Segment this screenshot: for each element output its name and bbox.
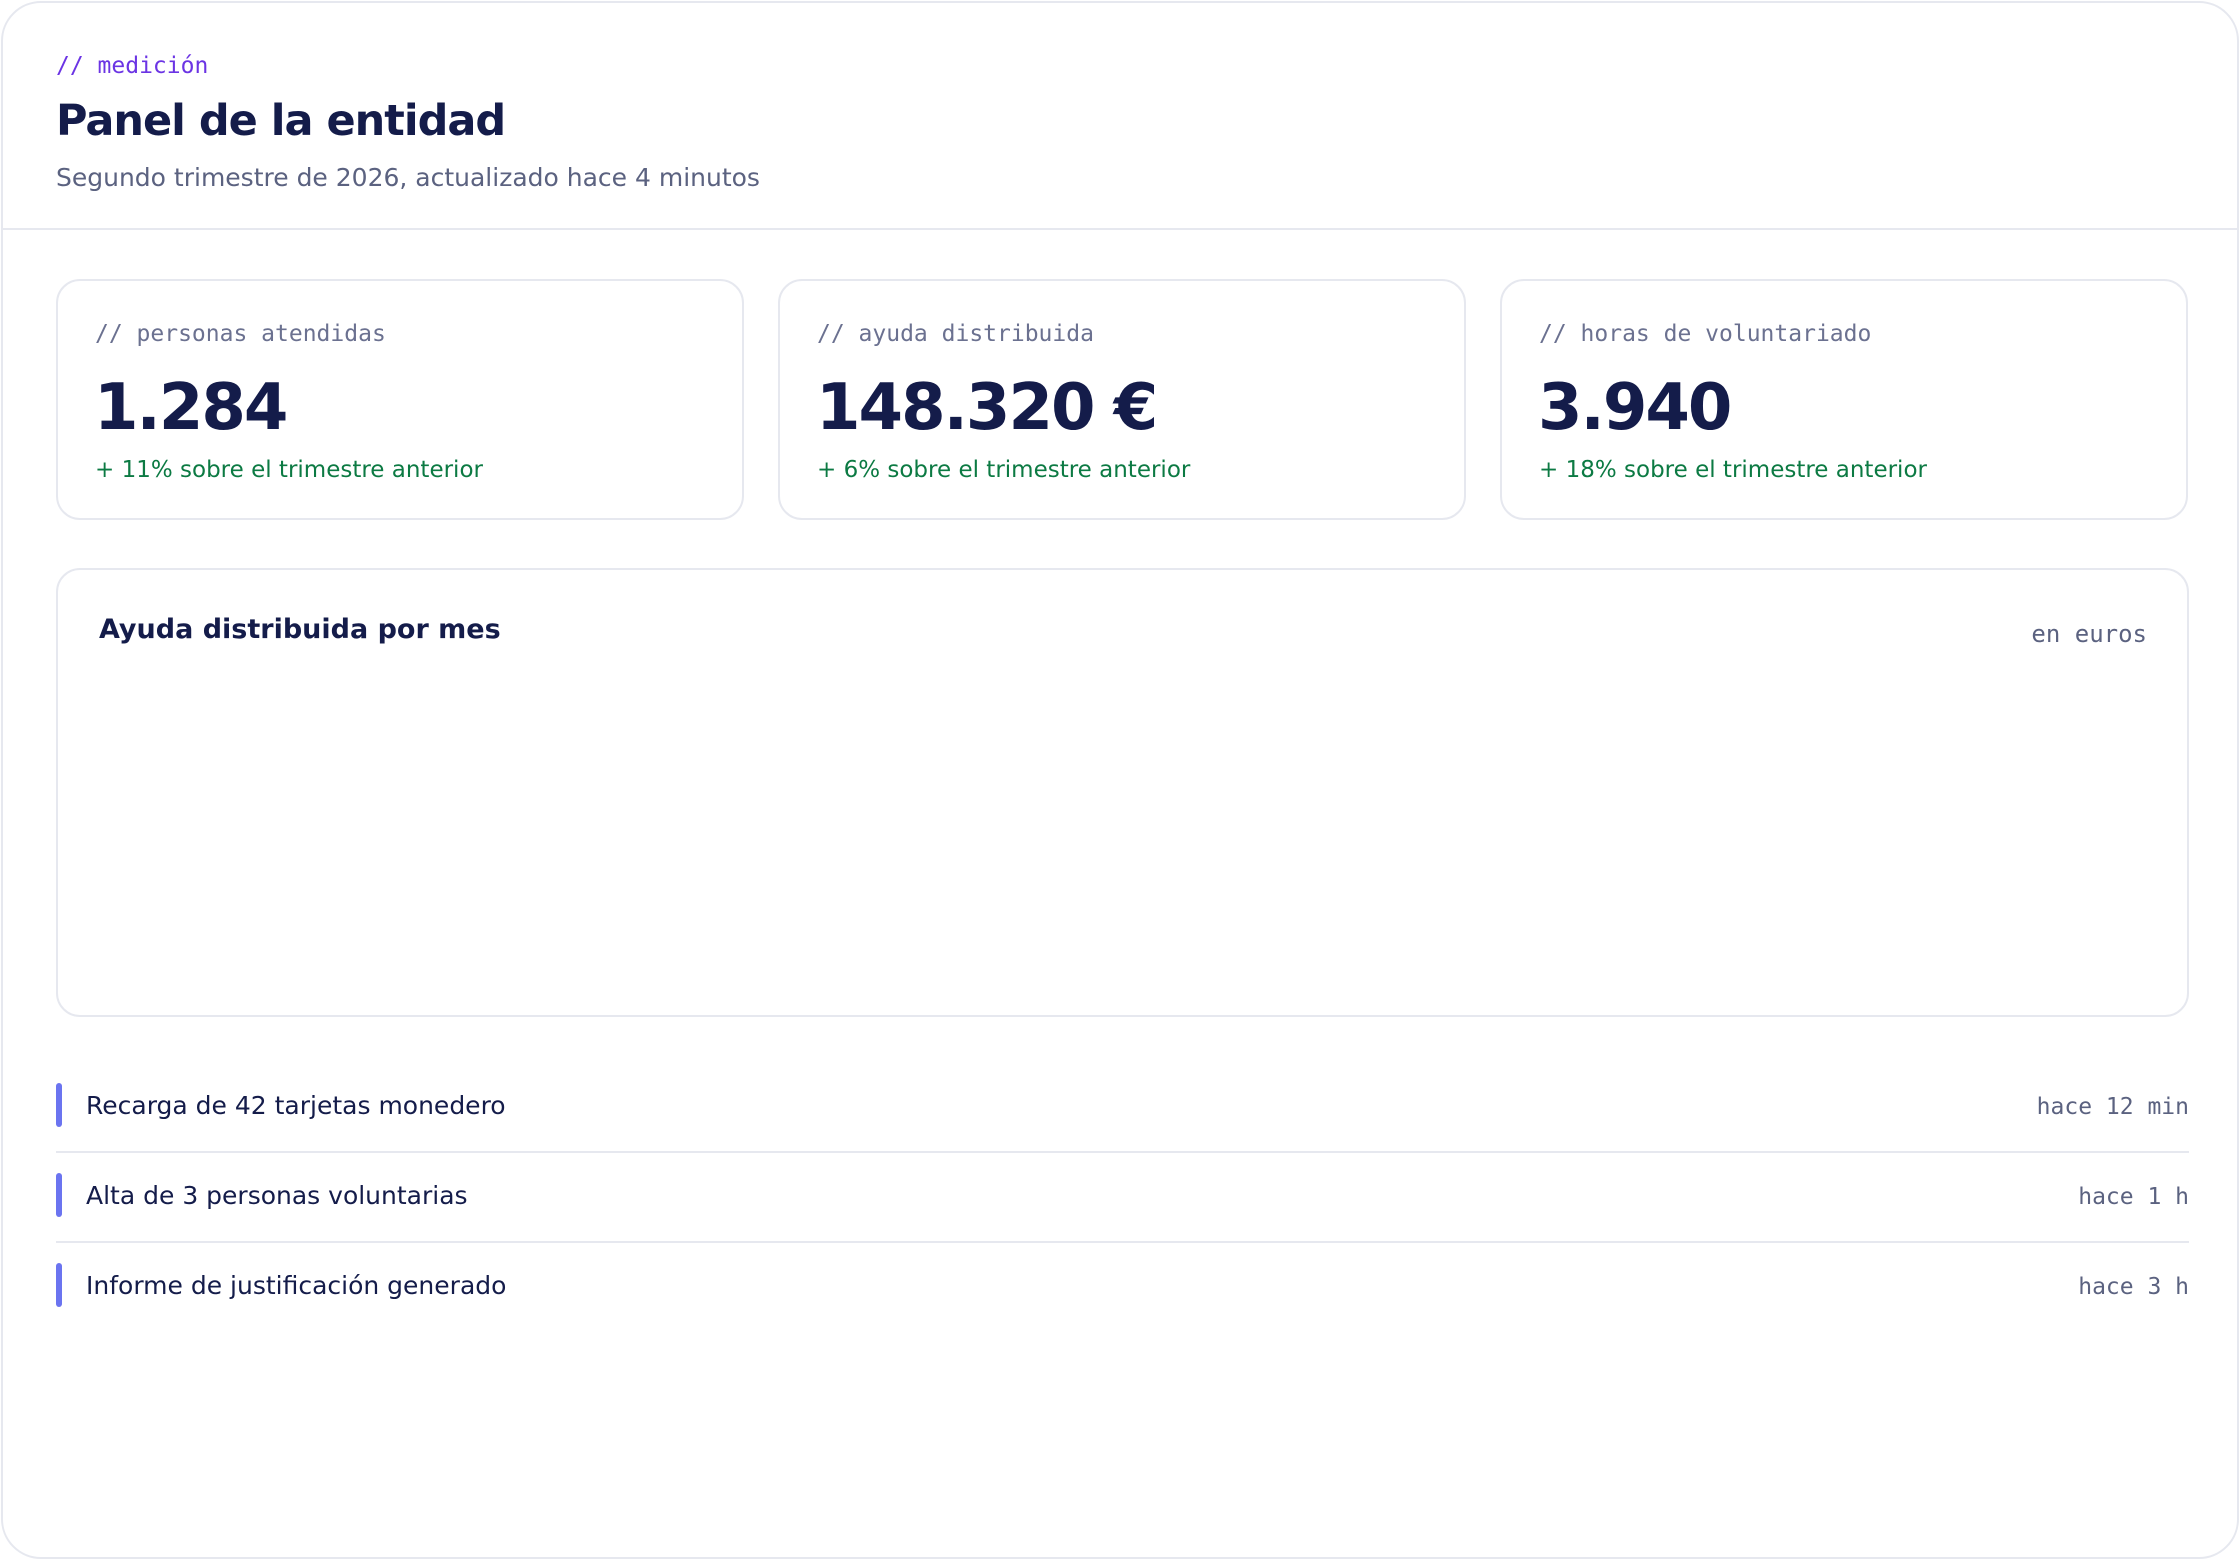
chart-unit-label: en euros	[2031, 620, 2147, 648]
activity-marker	[56, 1173, 62, 1217]
activity-text: Recarga de 42 tarjetas monedero	[86, 1091, 506, 1120]
stat-value: 148.320 €	[816, 371, 1158, 445]
activity-item[interactable]: Alta de 3 personas voluntarias hace 1 h	[56, 1153, 2189, 1243]
stat-card-personas-atendidas: // personas atendidas 1.284 + 11% sobre …	[56, 279, 744, 520]
section-eyebrow: // medición	[56, 53, 209, 79]
chart-area-empty	[99, 670, 2148, 990]
activity-item[interactable]: Informe de justificación generado hace 3…	[56, 1243, 2189, 1333]
page-subtitle: Segundo trimestre de 2026, actualizado h…	[56, 163, 760, 192]
stat-card-ayuda-distribuida: // ayuda distribuida 148.320 € + 6% sobr…	[778, 279, 1466, 520]
stat-value: 1.284	[94, 371, 288, 445]
activity-time: hace 1 h	[2078, 1184, 2189, 1210]
stat-delta: + 6% sobre el trimestre anterior	[817, 457, 1191, 483]
stat-delta: + 18% sobre el trimestre anterior	[1539, 457, 1927, 483]
stat-label: // ayuda distribuida	[817, 321, 1094, 347]
monthly-aid-chart-panel: Ayuda distribuida por mes en euros	[56, 568, 2189, 1017]
stat-card-horas-voluntariado: // horas de voluntariado 3.940 + 18% sob…	[1500, 279, 2188, 520]
activity-text: Informe de justificación generado	[86, 1271, 507, 1300]
stat-label: // personas atendidas	[95, 321, 386, 347]
page-title: Panel de la entidad	[56, 96, 506, 146]
activity-feed: Recarga de 42 tarjetas monedero hace 12 …	[56, 1063, 2189, 1333]
activity-time: hace 12 min	[2036, 1094, 2189, 1120]
activity-time: hace 3 h	[2078, 1274, 2189, 1300]
chart-panel-title: Ayuda distribuida por mes	[99, 614, 501, 645]
page-header: // medición Panel de la entidad Segundo …	[3, 3, 2237, 230]
stat-value: 3.940	[1538, 371, 1732, 445]
activity-text: Alta de 3 personas voluntarias	[86, 1181, 468, 1210]
activity-marker	[56, 1263, 62, 1307]
activity-marker	[56, 1083, 62, 1127]
dashboard-window: // medición Panel de la entidad Segundo …	[1, 1, 2239, 1559]
stat-label: // horas de voluntariado	[1539, 321, 1872, 347]
stat-delta: + 11% sobre el trimestre anterior	[95, 457, 483, 483]
activity-item[interactable]: Recarga de 42 tarjetas monedero hace 12 …	[56, 1063, 2189, 1153]
